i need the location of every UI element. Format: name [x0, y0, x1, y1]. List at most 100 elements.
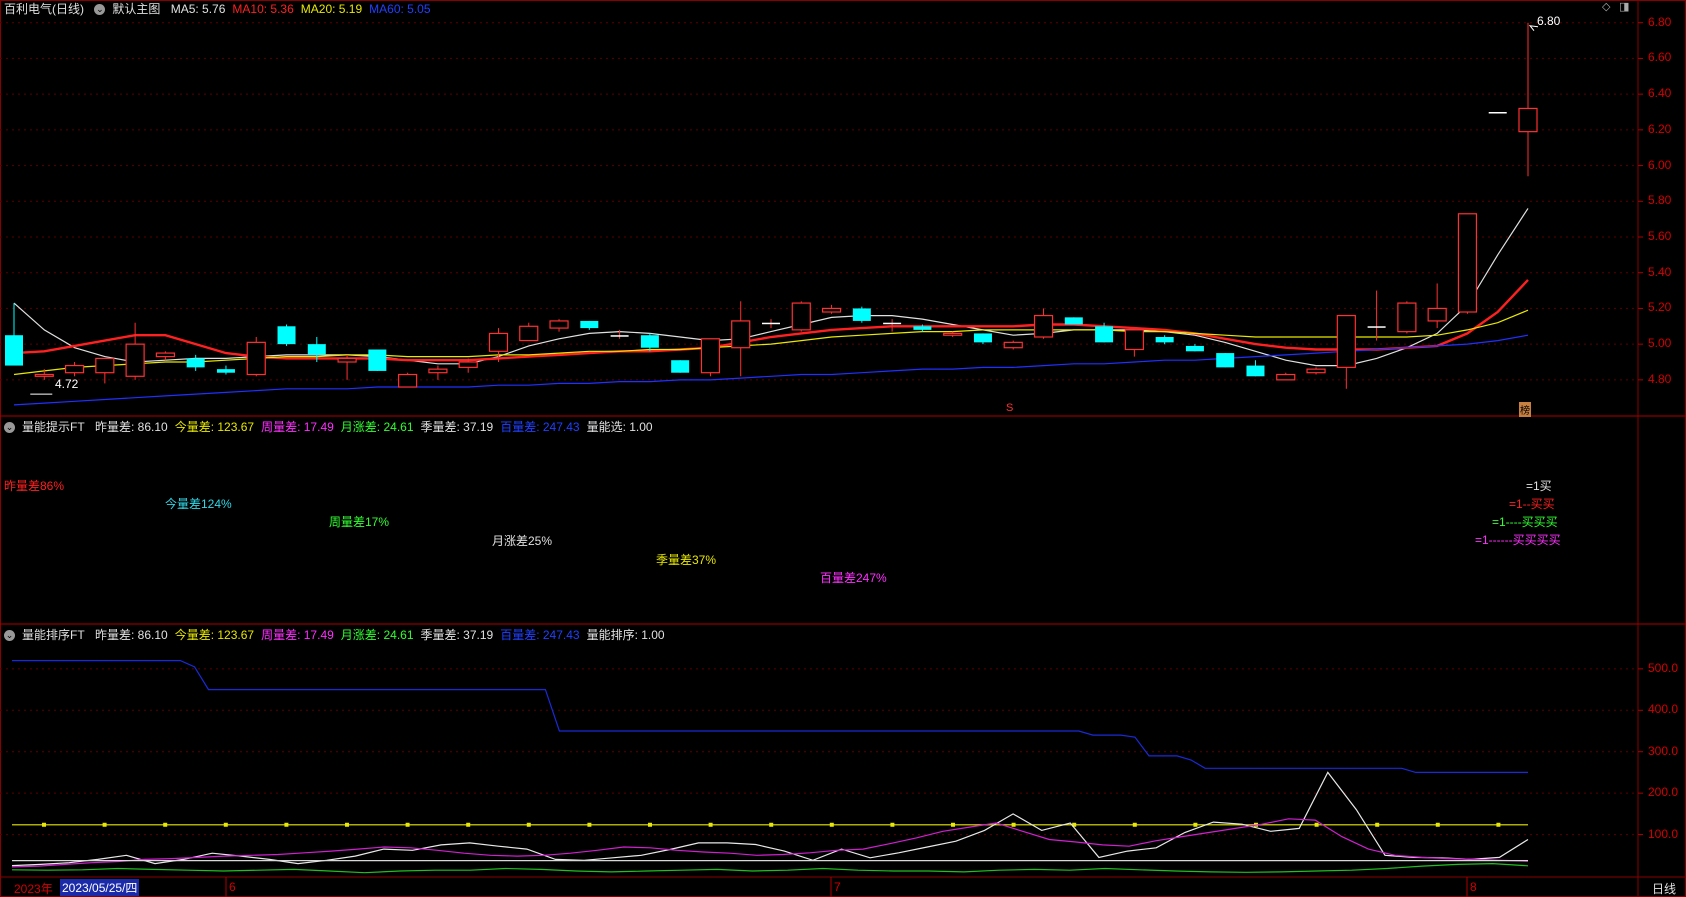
- price-tick-label-3: 6.20: [1648, 121, 1672, 136]
- candle-23: [700, 338, 721, 377]
- candle-39: [1185, 344, 1204, 352]
- buy-signal-0: =1买: [1526, 479, 1552, 493]
- chart-menu-icon[interactable]: ⌄: [94, 4, 106, 16]
- month-label-1: 7: [834, 880, 841, 894]
- candle-body-17: [519, 325, 539, 342]
- price-tick-label-2: 6.40: [1648, 86, 1672, 101]
- today-diff-marker-0: [42, 822, 46, 827]
- panel2-value-4: 季量差: 37.19: [420, 420, 494, 434]
- period-label[interactable]: 日线: [1652, 880, 1676, 897]
- candle-25: [762, 319, 780, 329]
- volume-diff-text-0: 昨量差86%: [4, 479, 65, 493]
- candle-47: [1427, 283, 1447, 329]
- candle-body-15: [458, 361, 478, 368]
- candle-0: [5, 303, 23, 366]
- today-diff-marker-18: [1132, 822, 1137, 827]
- panel3-value-5: 百量差: 247.43: [500, 628, 580, 642]
- panel2-menu-icon[interactable]: ⌄: [4, 422, 15, 434]
- candle-17: [519, 322, 539, 342]
- candle-18: [549, 319, 569, 332]
- price-tick-label-8: 5.20: [1648, 300, 1672, 315]
- candle-3: [95, 357, 115, 384]
- price-tick-label-9: 5.00: [1648, 336, 1672, 351]
- candle-49: [1488, 112, 1507, 114]
- candle-body-6: [186, 358, 205, 368]
- panel2-value-6: 量能选: 1.00: [586, 420, 653, 434]
- price-tick-label-7: 5.40: [1648, 264, 1672, 279]
- today-diff-marker-9: [587, 822, 592, 827]
- today-diff-marker-13: [829, 822, 834, 827]
- cursor-date-label: 2023/05/25/四: [60, 879, 140, 896]
- candle-40: [1216, 353, 1235, 368]
- price-tick-label-5: 5.80: [1648, 193, 1672, 208]
- vol-tick-label-4: 100.0: [1648, 826, 1679, 841]
- buy-signal-2: =1----买买买: [1492, 515, 1558, 529]
- candle-body-0: [5, 335, 23, 366]
- candle-20: [610, 329, 629, 339]
- candle-body-13: [398, 373, 418, 388]
- buy-signal-1: =1--买买: [1509, 497, 1555, 511]
- today-diff-marker-5: [345, 822, 349, 827]
- today-diff-marker-10: [648, 822, 652, 827]
- volume-diff-text-1: 今量差124%: [165, 497, 232, 511]
- main-chart-header: 百利电气(日线) ⌄ 默认主图 MA5: 5.76 MA10: 5.36 MA20: …: [4, 0, 445, 17]
- candle-body-11: [337, 357, 357, 363]
- panel3-value-6: 量能排序: 1.00: [586, 628, 665, 642]
- year-label: 2023年: [14, 882, 53, 896]
- candle-35: [1064, 317, 1083, 325]
- today-diff-marker-22: [1375, 822, 1380, 827]
- candle-2: [64, 362, 85, 377]
- candle-22: [671, 360, 690, 373]
- ma-line-MA60: [13, 334, 1529, 406]
- candle-body-27: [821, 307, 842, 313]
- month-label-0: 6: [229, 880, 236, 894]
- candle-body-39: [1185, 345, 1204, 352]
- vol-line-5: [11, 862, 1529, 874]
- candle-38: [1155, 335, 1174, 345]
- candle-body-24: [731, 320, 751, 349]
- candle-body-20: [610, 335, 629, 337]
- stock-title[interactable]: 百利电气(日线): [4, 2, 84, 16]
- panel3-name[interactable]: 量能排序FT: [22, 628, 85, 642]
- chart-canvas[interactable]: [0, 0, 1686, 897]
- candle-26: [791, 301, 811, 332]
- candle-34: [1033, 308, 1054, 339]
- candle-11: [337, 354, 357, 380]
- today-diff-marker-19: [1193, 822, 1198, 827]
- rank-marker: 榜: [1519, 402, 1531, 417]
- candle-body-21: [640, 335, 659, 348]
- candle-body-38: [1155, 337, 1174, 343]
- panel3-value-1: 今量差: 123.67: [174, 628, 255, 642]
- candle-body-35: [1064, 317, 1083, 325]
- candle-50: [1518, 22, 1538, 177]
- candle-body-34: [1033, 314, 1054, 338]
- candle-body-26: [791, 302, 811, 331]
- buy-signal-3: =1------买买买买: [1475, 533, 1561, 547]
- window-toggle-icon[interactable]: ◨: [1619, 0, 1629, 13]
- candle-5: [155, 351, 175, 361]
- candle-body-19: [580, 320, 599, 329]
- panel2-value-1: 今量差: 123.67: [174, 420, 255, 434]
- candle-body-9: [277, 326, 296, 345]
- candle-body-22: [671, 360, 690, 373]
- ma-legend: MA5: 5.76 MA10: 5.36 MA20: 5.19 MA60: 5.05: [171, 2, 438, 16]
- candle-body-23: [700, 338, 721, 374]
- volume-diff-text-5: 百量差247%: [820, 571, 887, 585]
- candle-body-46: [1397, 302, 1417, 333]
- candle-body-32: [973, 333, 992, 343]
- candle-body-44: [1336, 314, 1356, 368]
- panel3-value-2: 周量差: 17.49: [261, 628, 334, 642]
- today-diff-marker-14: [890, 822, 895, 827]
- panel3-menu-icon[interactable]: ⌄: [4, 630, 15, 642]
- panel3-value-4: 季量差: 37.19: [420, 628, 494, 642]
- chart-name[interactable]: 默认主图: [112, 2, 160, 16]
- candle-body-18: [549, 320, 569, 329]
- candle-body-25: [762, 322, 780, 325]
- price-tick-label-4: 6.00: [1648, 157, 1672, 172]
- candle-24: [731, 301, 751, 377]
- panel3-value-3: 月涨差: 24.61: [340, 628, 414, 642]
- candle-44: [1336, 314, 1356, 389]
- panel2-name[interactable]: 量能提示FT: [22, 420, 85, 434]
- ma-line-MA5: [13, 208, 1529, 367]
- diamond-icon[interactable]: ◇: [1602, 0, 1610, 13]
